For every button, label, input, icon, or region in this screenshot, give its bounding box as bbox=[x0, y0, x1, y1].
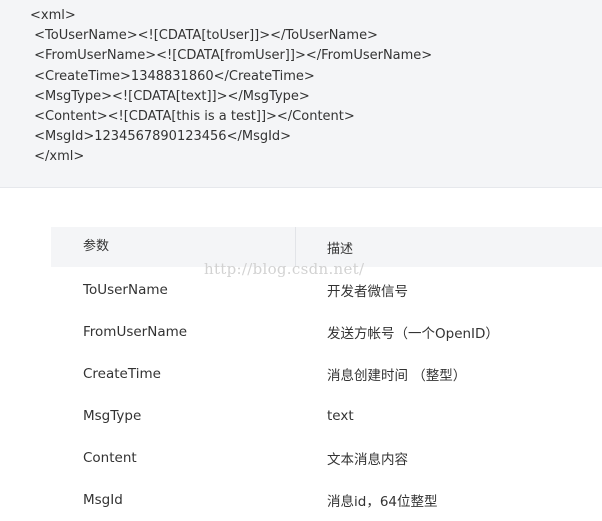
table-row: MsgId 消息id，64位整型 bbox=[51, 479, 602, 521]
desc-cell: 消息创建时间 （整型） bbox=[327, 368, 467, 384]
param-cell: Content bbox=[83, 450, 137, 466]
xml-code-block: <xml> <ToUserName><![CDATA[toUser]]></To… bbox=[0, 0, 602, 188]
desc-cell: 开发者微信号 bbox=[327, 284, 408, 300]
param-cell: MsgId bbox=[83, 492, 123, 508]
code-line: <Content><![CDATA[this is a test]]></Con… bbox=[30, 109, 355, 125]
table-body: ToUserName 开发者微信号 FromUserName 发送方帐号（一个O… bbox=[51, 267, 602, 521]
desc-cell: 消息id，64位整型 bbox=[327, 494, 438, 510]
param-cell: ToUserName bbox=[83, 282, 168, 298]
desc-cell: 文本消息内容 bbox=[327, 452, 408, 468]
code-line: <FromUserName><![CDATA[fromUser]]></From… bbox=[30, 48, 433, 64]
table-row: ToUserName 开发者微信号 bbox=[51, 269, 602, 311]
code-line: </xml> bbox=[30, 149, 85, 165]
code-line: <MsgType><![CDATA[text]]></MsgType> bbox=[30, 88, 310, 104]
param-cell: FromUserName bbox=[83, 324, 188, 340]
parameter-table: 参数 描述 ToUserName 开发者微信号 FromUserName 发送方… bbox=[51, 227, 602, 521]
code-line: <MsgId>1234567890123456</MsgId> bbox=[30, 129, 292, 145]
table-row: FromUserName 发送方帐号（一个OpenID） bbox=[51, 311, 602, 353]
header-desc: 描述 bbox=[327, 241, 354, 257]
param-cell: MsgType bbox=[83, 408, 142, 424]
code-line: <xml> bbox=[30, 8, 76, 23]
desc-cell: text bbox=[327, 408, 354, 424]
header-param: 参数 bbox=[51, 227, 296, 267]
code-line: <ToUserName><![CDATA[toUser]]></ToUserNa… bbox=[30, 28, 378, 44]
table-row: Content 文本消息内容 bbox=[51, 437, 602, 479]
code-line: <CreateTime>1348831860</CreateTime> bbox=[30, 68, 315, 84]
table-header: 参数 描述 bbox=[51, 227, 602, 267]
table-row: CreateTime 消息创建时间 （整型） bbox=[51, 353, 602, 395]
param-cell: CreateTime bbox=[83, 366, 161, 382]
table-row: MsgType text bbox=[51, 395, 602, 437]
desc-cell: 发送方帐号（一个OpenID） bbox=[327, 326, 499, 342]
